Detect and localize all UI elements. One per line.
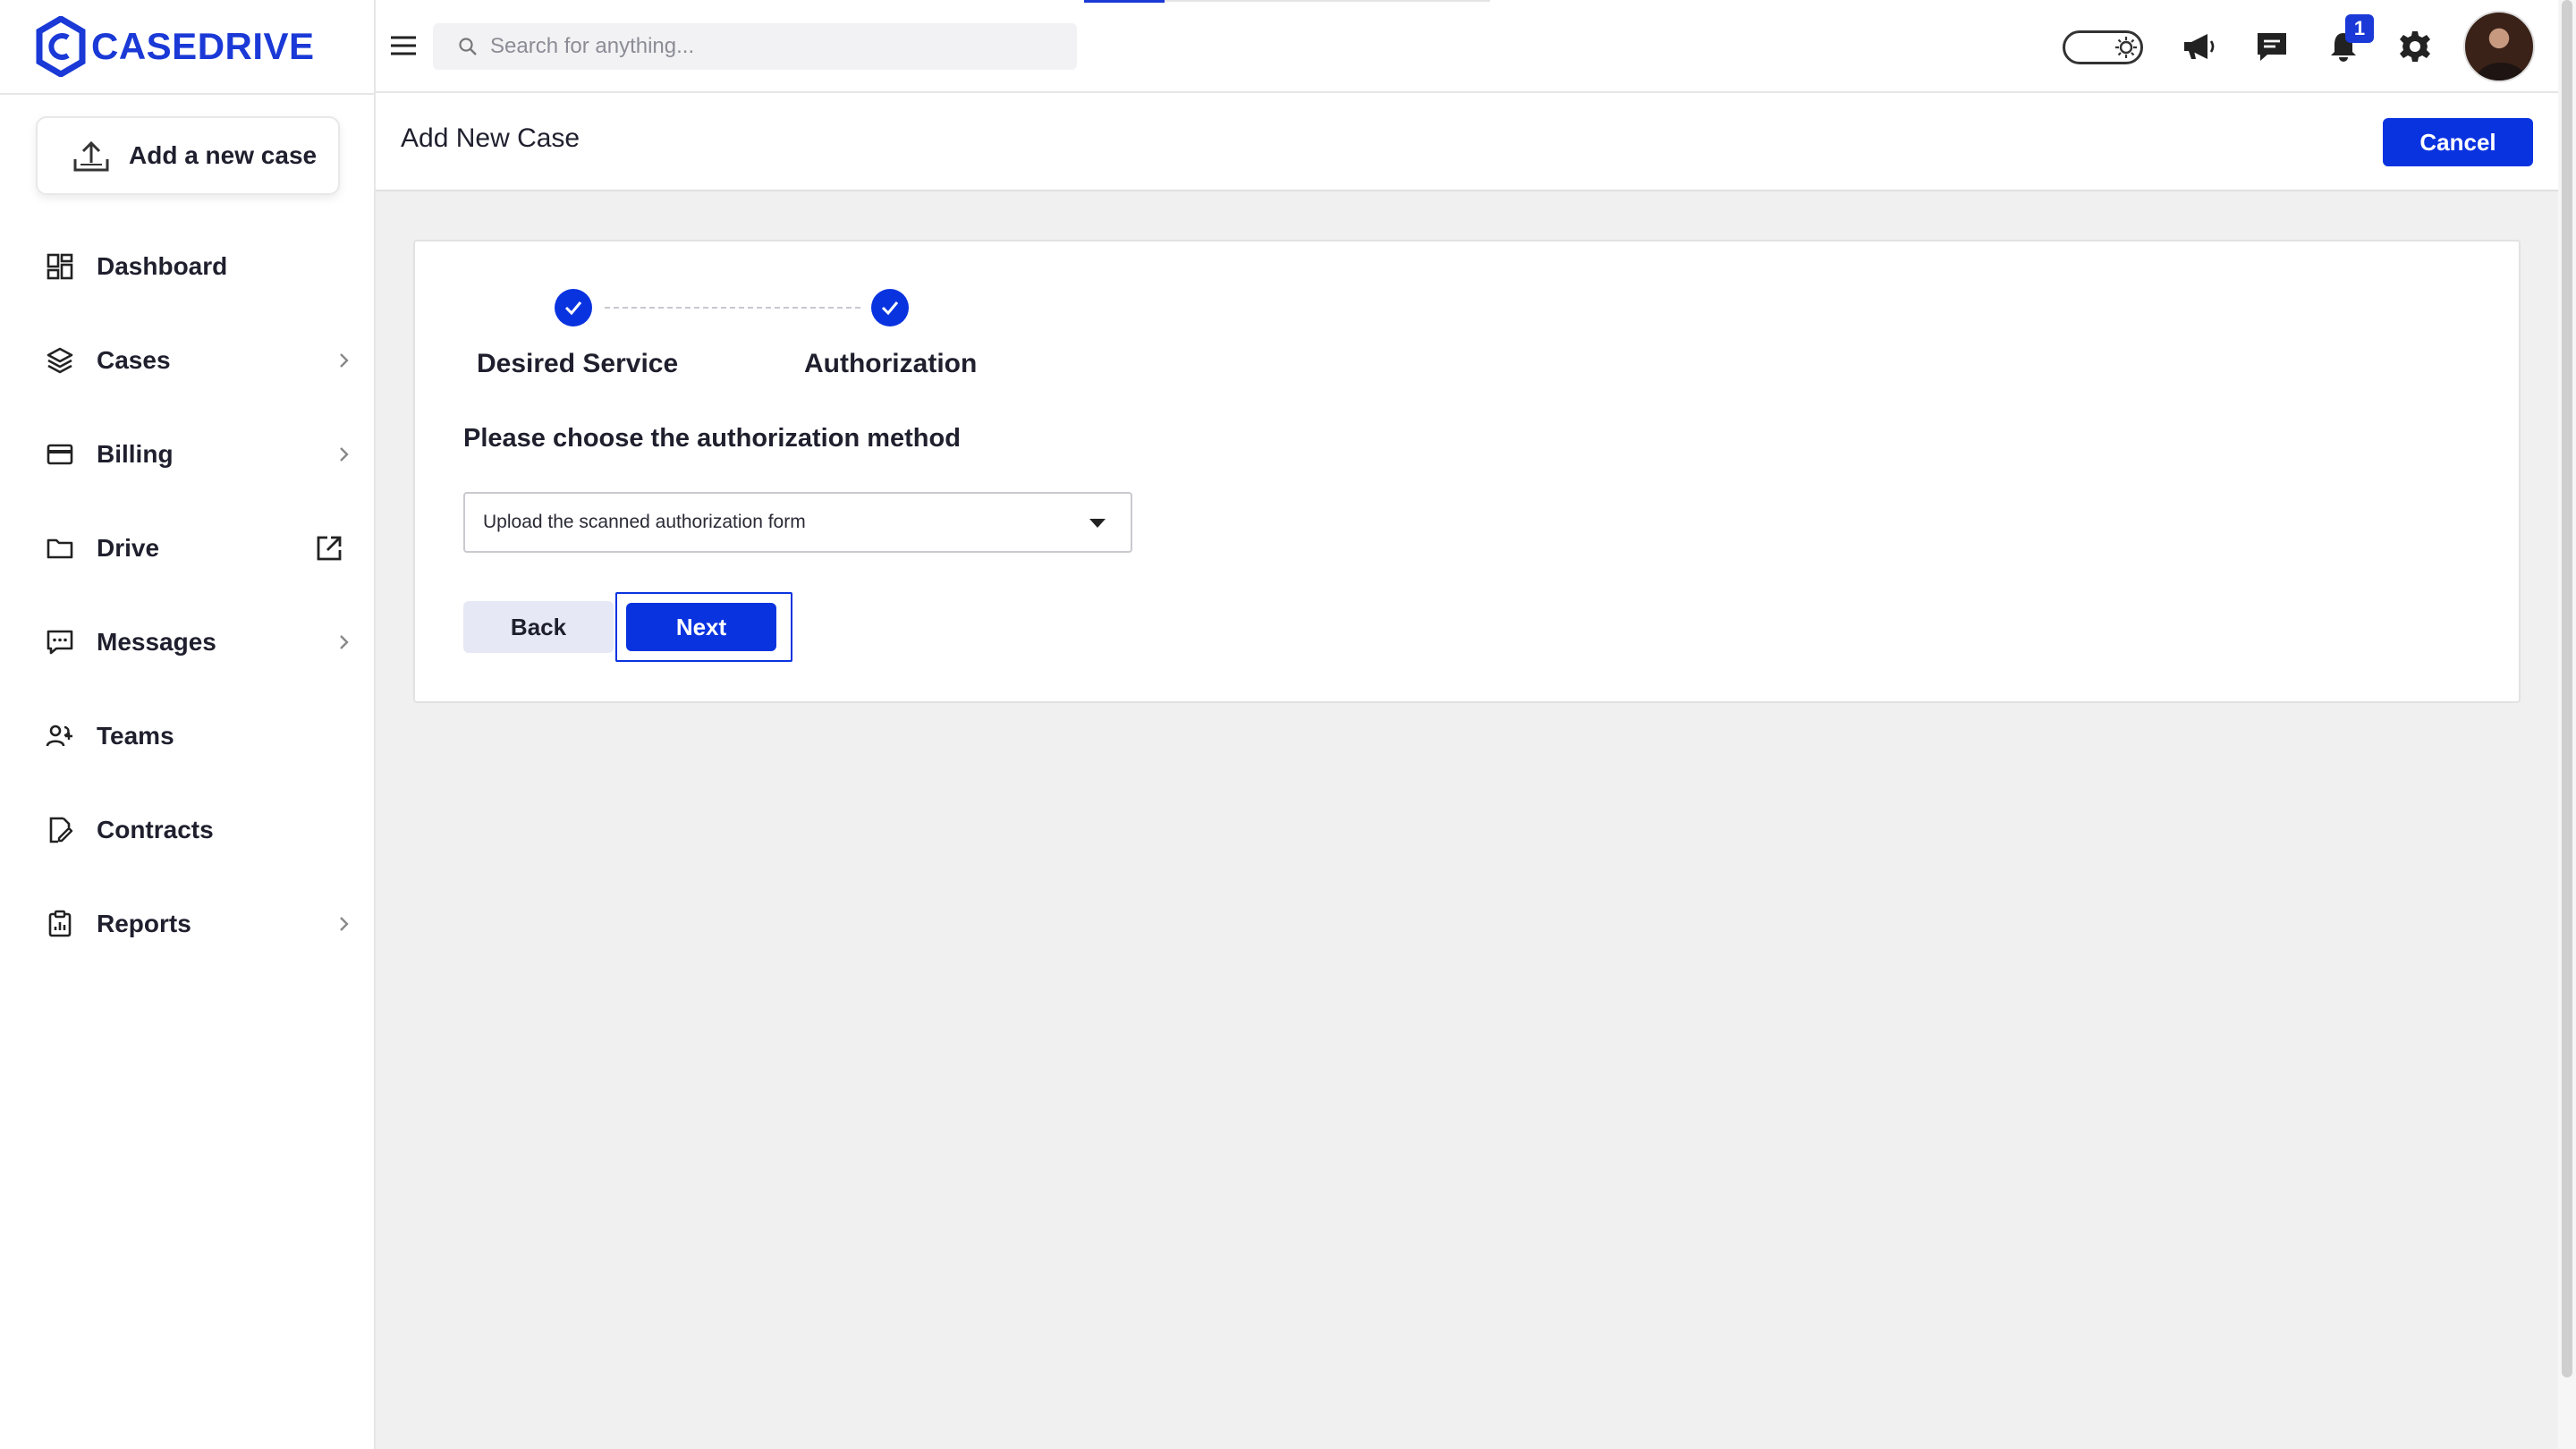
step-desired-service-indicator (555, 289, 592, 326)
chevron-right-icon (340, 446, 349, 462)
divider (0, 93, 376, 95)
sidebar-item-messages[interactable]: Messages (0, 595, 376, 689)
step-authorization-indicator (871, 289, 909, 326)
page-header (376, 93, 2558, 191)
sidebar-item-cases[interactable]: Cases (0, 313, 376, 407)
cancel-button[interactable]: Cancel (2383, 118, 2533, 166)
layers-icon (45, 345, 75, 376)
search-input[interactable] (490, 34, 1027, 59)
chevron-right-icon (340, 634, 349, 649)
chevron-right-icon (340, 916, 349, 931)
brand-name: CASEDRIVE (91, 25, 315, 67)
search-bar[interactable] (433, 23, 1077, 70)
sidebar-item-label: Contracts (97, 815, 214, 843)
theme-toggle[interactable] (2063, 30, 2143, 64)
sidebar-item-teams[interactable]: Teams (0, 689, 376, 783)
authorization-method-select[interactable]: Upload the scanned authorization form (463, 492, 1132, 553)
next-button[interactable]: Next (626, 603, 776, 651)
loading-progress-track (1165, 0, 1490, 2)
sidebar-item-billing[interactable]: Billing (0, 407, 376, 501)
sidebar-item-dashboard[interactable]: Dashboard (0, 219, 376, 313)
check-icon (881, 301, 899, 316)
sidebar-item-label: Messages (97, 627, 216, 656)
step-label-desired-service: Desired Service (477, 349, 679, 378)
page-title: Add New Case (401, 123, 580, 153)
avatar[interactable] (2463, 11, 2535, 82)
upload-icon (73, 140, 109, 172)
caret-down-icon (1089, 519, 1106, 528)
hexagon-logo-icon (36, 16, 86, 77)
scrollbar-thumb[interactable] (2562, 0, 2572, 1377)
message-icon (45, 627, 75, 657)
sidebar-item-reports[interactable]: Reports (0, 877, 376, 970)
sidebar-item-label: Dashboard (97, 251, 228, 280)
notification-badge: 1 (2345, 14, 2374, 43)
add-new-case-button[interactable]: Add a new case (36, 116, 340, 195)
step-connector (605, 307, 860, 309)
dashboard-icon (45, 251, 75, 282)
megaphone-icon[interactable] (2179, 27, 2218, 66)
sidebar-item-label: Billing (97, 439, 174, 468)
check-icon (564, 301, 582, 316)
sidebar-item-label: Cases (97, 345, 171, 374)
search-icon (459, 38, 477, 55)
sidebar-item-label: Reports (97, 909, 191, 937)
menu-icon[interactable] (388, 32, 419, 59)
users-icon (45, 721, 75, 751)
loading-progress-bar (1084, 0, 1165, 3)
contract-icon (45, 815, 75, 845)
page-scrollbar[interactable] (2558, 0, 2576, 1449)
sidebar: CASEDRIVE Add a new case Dashboard Cases (0, 0, 376, 1449)
step-label-authorization: Authorization (804, 349, 978, 378)
sidebar-item-label: Teams (97, 721, 174, 750)
sidebar-nav: Dashboard Cases Billing Drive Messages T… (0, 219, 376, 970)
sun-icon (2114, 35, 2139, 60)
folder-icon (45, 533, 75, 564)
back-button[interactable]: Back (463, 601, 614, 653)
authorization-method-question: Please choose the authorization method (463, 424, 961, 453)
gear-icon[interactable] (2395, 27, 2435, 66)
chat-icon[interactable] (2252, 27, 2292, 66)
sidebar-item-contracts[interactable]: Contracts (0, 783, 376, 877)
casedrive-logo[interactable]: CASEDRIVE (36, 14, 315, 79)
chevron-right-icon (340, 352, 349, 368)
sidebar-item-label: Drive (97, 533, 160, 562)
credit-card-icon (45, 439, 75, 470)
authorization-method-selected-value: Upload the scanned authorization form (483, 512, 806, 532)
sidebar-item-drive[interactable]: Drive (0, 501, 376, 595)
avatar-shoulders (2476, 63, 2526, 80)
external-link-icon[interactable] (315, 534, 343, 563)
add-new-case-label: Add a new case (129, 141, 318, 169)
clipboard-icon (45, 909, 75, 939)
